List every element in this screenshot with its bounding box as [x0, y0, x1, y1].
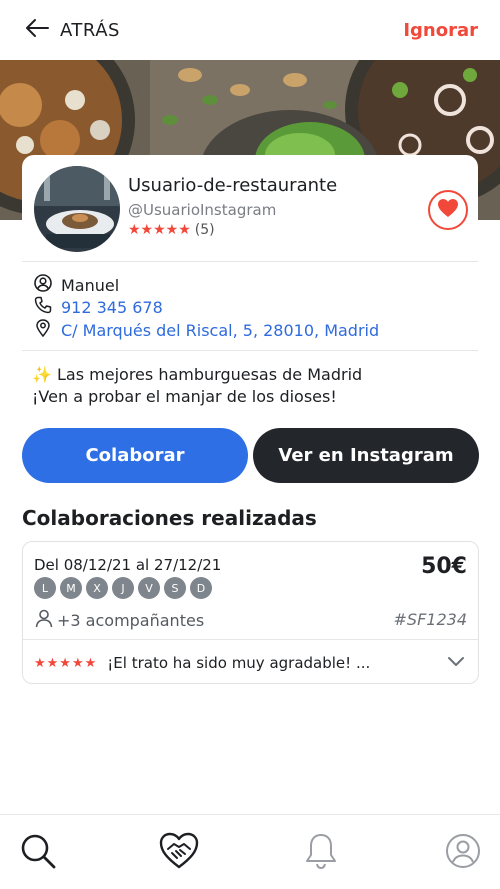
ignore-button[interactable]: Ignorar — [403, 20, 478, 41]
phone-icon — [34, 296, 52, 318]
collaborate-button[interactable]: Colaborar — [22, 428, 248, 483]
divider — [22, 350, 478, 351]
bio-text-2: ¡Ven a probar el manjar de los dioses! — [32, 387, 337, 406]
nav-profile[interactable] — [443, 833, 483, 873]
arrow-left-icon — [24, 18, 50, 42]
chevron-down-icon[interactable] — [446, 653, 466, 672]
collaboration-dates: Del 08/12/21 al 27/12/21 — [34, 556, 222, 574]
collaboration-price: 50€ — [421, 554, 467, 579]
user-icon — [34, 608, 54, 632]
back-label: ATRÁS — [60, 19, 120, 41]
heart-icon — [437, 198, 459, 222]
weekday-badge: V — [138, 577, 160, 599]
bottom-nav — [0, 814, 500, 889]
avatar — [34, 166, 120, 252]
companions: +3 acompañantes — [34, 608, 204, 632]
weekday-badge: S — [164, 577, 186, 599]
divider — [22, 261, 478, 262]
weekday-badge: L — [34, 577, 56, 599]
instagram-handle: @UsuarioInstagram — [128, 201, 277, 219]
handshake-heart-icon — [159, 832, 199, 874]
rating-count: (5) — [194, 222, 215, 238]
divider — [23, 639, 478, 640]
bio-text-1: Las mejores hamburguesas de Madrid — [57, 365, 363, 384]
contact-address-row: C/ Marqués del Riscal, 5, 28010, Madrid — [34, 319, 379, 341]
user-icon — [34, 274, 52, 296]
review-text: ¡El trato ha sido muy agradable! ... — [107, 654, 371, 672]
top-bar: ATRÁS Ignorar — [0, 0, 500, 60]
weekday-badge: X — [86, 577, 108, 599]
contact-phone-row: 912 345 678 — [34, 296, 163, 318]
search-icon — [19, 832, 57, 874]
restaurant-bio: ✨ Las mejores hamburguesas de Madrid ¡Ve… — [32, 364, 362, 408]
review-row: ★★★★★ ¡El trato ha sido muy agradable! .… — [34, 654, 370, 672]
bell-icon — [304, 832, 338, 874]
bio-line-1: ✨ Las mejores hamburguesas de Madrid — [32, 364, 362, 386]
location-pin-icon — [34, 319, 52, 341]
rating-stars: ★★★★★ — [128, 222, 191, 238]
back-button[interactable]: ATRÁS — [24, 18, 120, 42]
profile-card: Usuario-de-restaurante @UsuarioInstagram… — [22, 155, 478, 262]
review-stars: ★★★★★ — [34, 655, 98, 671]
collaborations-title: Colaboraciones realizadas — [22, 506, 317, 530]
profile-icon — [445, 833, 481, 873]
nav-notifications[interactable] — [301, 833, 341, 873]
weekday-badges: L M X J V S D — [34, 577, 212, 599]
view-instagram-button[interactable]: Ver en Instagram — [253, 428, 479, 483]
weekday-badge: M — [60, 577, 82, 599]
collaboration-card[interactable]: Del 08/12/21 al 27/12/21 50€ L M X J V S… — [22, 541, 479, 684]
contact-phone-link[interactable]: 912 345 678 — [61, 298, 163, 317]
collaboration-code: #SF1234 — [393, 610, 467, 629]
nav-collaborations[interactable] — [159, 832, 199, 874]
companions-text: +3 acompañantes — [57, 610, 205, 630]
favorite-button[interactable] — [428, 190, 468, 230]
contact-address-link[interactable]: C/ Marqués del Riscal, 5, 28010, Madrid — [61, 321, 379, 340]
nav-search[interactable] — [18, 833, 58, 873]
weekday-badge: J — [112, 577, 134, 599]
contact-name: Manuel — [61, 275, 120, 295]
restaurant-username: Usuario-de-restaurante — [128, 175, 338, 196]
contact-name-row: Manuel — [34, 274, 119, 296]
weekday-badge: D — [190, 577, 212, 599]
sparkles-icon: ✨ — [32, 365, 52, 384]
rating: ★★★★★ (5) — [128, 222, 215, 238]
